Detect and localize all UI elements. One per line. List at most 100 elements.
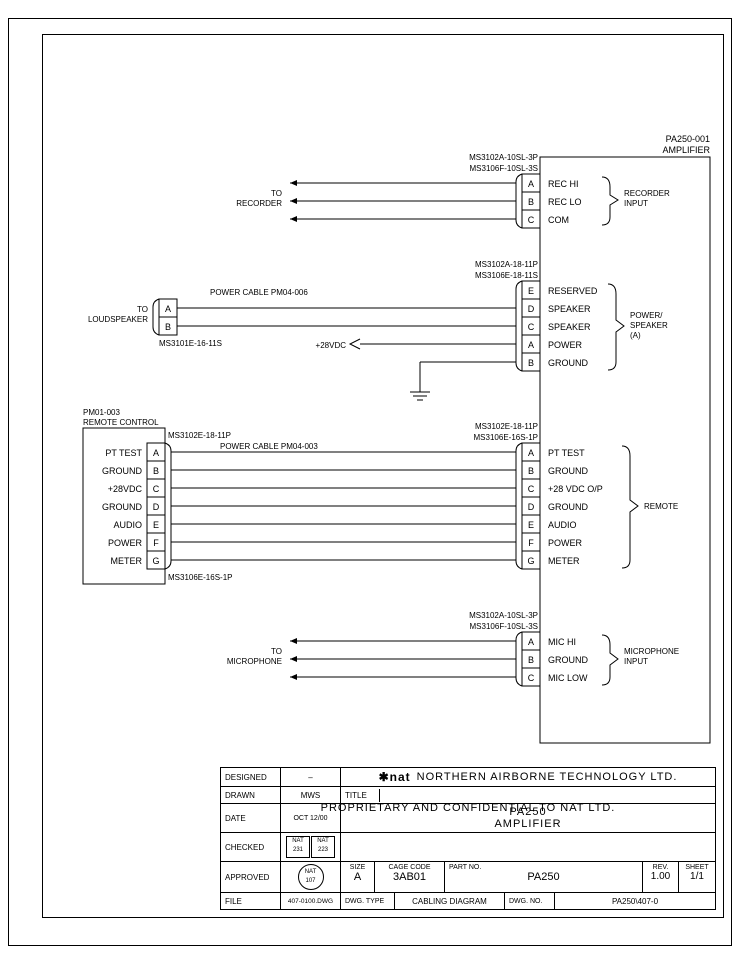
svg-text:GROUND: GROUND xyxy=(548,358,588,368)
svg-text:MS3106F-10SL-3S: MS3106F-10SL-3S xyxy=(470,622,538,631)
drawing-title: PA250 AMPLIFIER xyxy=(341,804,715,832)
svg-text:GROUND: GROUND xyxy=(102,502,142,512)
svg-text:D: D xyxy=(153,502,160,512)
svg-text:REC LO: REC LO xyxy=(548,197,582,207)
checked-label: CHECKED xyxy=(221,833,281,861)
amplifier-subtitle: AMPLIFIER xyxy=(662,145,710,155)
svg-text:MS3102A-18-11P: MS3102A-18-11P xyxy=(475,260,538,269)
svg-text:A: A xyxy=(153,448,159,458)
svg-text:TO: TO xyxy=(271,189,282,198)
dwgno-label: DWG. NO. xyxy=(505,893,555,909)
svg-text:MS3102A-10SL-3P: MS3102A-10SL-3P xyxy=(469,611,538,620)
date-label: DATE xyxy=(221,804,281,832)
svg-text:INPUT: INPUT xyxy=(624,199,648,208)
checked-stamps: NAT 231 NAT 223 xyxy=(281,833,341,861)
drawing-title-cont xyxy=(341,833,715,861)
svg-text:(A): (A) xyxy=(630,331,641,340)
svg-text:MICROPHONE: MICROPHONE xyxy=(227,657,282,666)
svg-text:MIC LOW: MIC LOW xyxy=(548,673,588,683)
logo-icon: ✱nat xyxy=(379,770,411,784)
recorder-connector: MS3102A-10SL-3P MS3106F-10SL-3S A B C RE… xyxy=(236,153,670,228)
svg-text:PM01-003: PM01-003 xyxy=(83,408,120,417)
power-speaker-connector: MS3102A-18-11P MS3106E-18-11S E D C A B … xyxy=(88,260,668,400)
drawn-label: DRAWN xyxy=(221,787,281,803)
svg-text:PT TEST: PT TEST xyxy=(548,448,585,458)
svg-text:REMOTE: REMOTE xyxy=(644,502,678,511)
svg-text:POWER: POWER xyxy=(548,538,583,548)
svg-text:C: C xyxy=(528,322,535,332)
svg-text:+28VDC: +28VDC xyxy=(316,341,347,350)
svg-text:B: B xyxy=(528,197,534,207)
svg-text:MICROPHONE: MICROPHONE xyxy=(624,647,679,656)
svg-text:RECORDER: RECORDER xyxy=(236,199,282,208)
approved-stamp: NAT 107 xyxy=(281,862,341,892)
svg-text:GROUND: GROUND xyxy=(548,466,588,476)
svg-text:AUDIO: AUDIO xyxy=(548,520,577,530)
designed-label: DESIGNED xyxy=(221,768,281,786)
rev-cell: REV.1.00 xyxy=(643,862,679,892)
title-block: DESIGNED – ✱nat NORTHERN AIRBORNE TECHNO… xyxy=(220,767,716,910)
svg-text:METER: METER xyxy=(548,556,580,566)
svg-text:G: G xyxy=(527,556,534,566)
svg-text:SPEAKER: SPEAKER xyxy=(548,304,591,314)
svg-text:AUDIO: AUDIO xyxy=(113,520,142,530)
svg-text:POWER CABLE PM04-003: POWER CABLE PM04-003 xyxy=(220,442,318,451)
svg-text:TO: TO xyxy=(271,647,282,656)
svg-text:B: B xyxy=(165,322,171,332)
svg-text:POWER CABLE PM04-006: POWER CABLE PM04-006 xyxy=(210,288,308,297)
svg-text:E: E xyxy=(528,520,534,530)
svg-text:MS3106E-16S-1P: MS3106E-16S-1P xyxy=(474,433,538,442)
svg-text:MS3102A-10SL-3P: MS3102A-10SL-3P xyxy=(469,153,538,162)
svg-text:RESERVED: RESERVED xyxy=(548,286,598,296)
svg-text:TO: TO xyxy=(137,305,148,314)
svg-text:+28VDC: +28VDC xyxy=(108,484,143,494)
svg-text:B: B xyxy=(528,466,534,476)
svg-text:REMOTE CONTROL: REMOTE CONTROL xyxy=(83,418,159,427)
remote-pins-amp: A B C D E F G PT TEST GROUND +28 VDC O/P… xyxy=(522,446,678,568)
cage-cell: CAGE CODE3AB01 xyxy=(375,862,445,892)
drawn-value: MWS xyxy=(281,787,341,803)
svg-text:MS3101E-16-11S: MS3101E-16-11S xyxy=(159,339,222,348)
svg-text:C: C xyxy=(528,484,535,494)
file-value: 407-0100.DWG xyxy=(281,893,341,909)
file-label: FILE xyxy=(221,893,281,909)
wiring-diagram: PA250-001 AMPLIFIER MS3102A-10SL-3P MS31… xyxy=(50,52,716,812)
dwgno-value: PA250\407-0 xyxy=(555,893,715,909)
svg-text:E: E xyxy=(528,286,534,296)
svg-text:+28 VDC O/P: +28 VDC O/P xyxy=(548,484,603,494)
svg-text:POWER: POWER xyxy=(108,538,143,548)
dwgtype-label: DWG. TYPE xyxy=(341,893,395,909)
svg-text:A: A xyxy=(528,448,534,458)
amplifier-title: PA250-001 xyxy=(666,134,710,144)
svg-text:B: B xyxy=(153,466,159,476)
svg-text:MS3106E-18-11S: MS3106E-18-11S xyxy=(475,271,538,280)
svg-text:RECORDER: RECORDER xyxy=(624,189,670,198)
dwgtype-value: CABLING DIAGRAM xyxy=(395,893,505,909)
svg-text:A: A xyxy=(528,340,534,350)
svg-text:SPEAKER: SPEAKER xyxy=(548,322,591,332)
svg-text:GROUND: GROUND xyxy=(548,655,588,665)
size-cell: SIZEA xyxy=(341,862,375,892)
svg-text:F: F xyxy=(528,538,534,548)
svg-text:D: D xyxy=(528,304,535,314)
microphone-connector: MS3102A-10SL-3P MS3106F-10SL-3S A B C MI… xyxy=(227,611,679,686)
svg-text:D: D xyxy=(528,502,535,512)
svg-text:F: F xyxy=(153,538,159,548)
svg-text:C: C xyxy=(153,484,160,494)
designed-value: – xyxy=(281,768,341,786)
remote-control-box: PM01-003 REMOTE CONTROL MS3102E-18-11P A… xyxy=(83,408,516,584)
svg-text:C: C xyxy=(528,215,535,225)
approved-label: APPROVED xyxy=(221,862,281,892)
part-cell: PART NO.PA250 xyxy=(445,862,643,892)
date-value: OCT 12/00 xyxy=(281,804,341,832)
svg-text:GROUND: GROUND xyxy=(102,466,142,476)
svg-text:A: A xyxy=(165,304,171,314)
svg-text:MS3106E-16S-1P: MS3106E-16S-1P xyxy=(168,573,232,582)
svg-text:E: E xyxy=(153,520,159,530)
svg-text:A: A xyxy=(528,637,534,647)
svg-text:POWER/: POWER/ xyxy=(630,311,663,320)
title-cell: TITLE xyxy=(341,787,715,803)
svg-text:B: B xyxy=(528,358,534,368)
svg-text:PT TEST: PT TEST xyxy=(105,448,142,458)
sheet-cell: SHEET1/1 xyxy=(679,862,715,892)
